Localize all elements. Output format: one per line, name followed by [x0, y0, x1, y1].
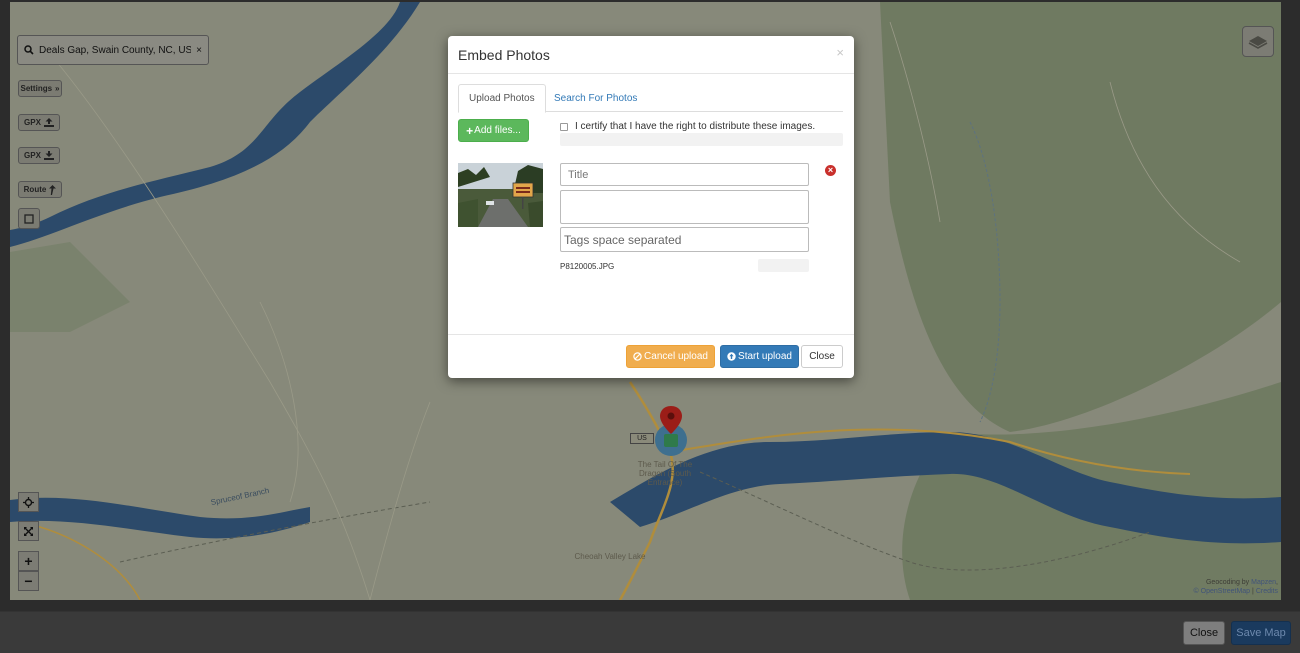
certify-checkbox-row[interactable]: I certify that I have the right to distr…	[560, 121, 815, 132]
osm-link[interactable]: © OpenStreetMap	[1194, 588, 1251, 595]
dialog-title: Embed Photos	[458, 46, 550, 63]
add-files-button[interactable]: + Add files...	[458, 119, 529, 142]
page-close-button[interactable]: Close	[1183, 621, 1225, 645]
fullscreen-button[interactable]	[18, 521, 39, 541]
draw-rectangle-button[interactable]	[18, 208, 40, 229]
settings-button[interactable]: Settings »	[18, 80, 62, 97]
upload-icon	[43, 118, 54, 127]
square-icon	[24, 213, 34, 224]
zoom-in-button[interactable]: +	[18, 551, 39, 571]
double-chevron-right-icon: »	[55, 84, 60, 93]
expand-icon	[24, 526, 33, 536]
clear-search-icon[interactable]: ×	[196, 45, 202, 56]
cancel-upload-label: Cancel upload	[644, 351, 708, 362]
add-files-label: Add files...	[474, 125, 521, 136]
photo-description-input[interactable]	[560, 190, 809, 224]
route-label: Route	[23, 185, 47, 194]
poi-label-line1: The Tail Of The	[637, 460, 693, 469]
save-map-button[interactable]: Save Map	[1231, 621, 1291, 645]
certify-checkbox[interactable]	[560, 122, 568, 131]
photo-thumbnail	[458, 163, 543, 227]
close-icon[interactable]: ×	[836, 45, 844, 60]
tab-upload-photos[interactable]: Upload Photos	[458, 84, 546, 113]
upload-circle-icon	[727, 352, 736, 361]
dialog-tabs: Upload Photos Search For Photos	[458, 84, 843, 113]
certify-label: I certify that I have the right to distr…	[575, 121, 816, 132]
gpx-download-label: GPX	[24, 151, 41, 160]
route-arrow-icon	[49, 184, 57, 195]
gpx-upload-button[interactable]: GPX	[18, 114, 60, 131]
poi-label: The Tail Of The Dragon (South Entrance)	[630, 460, 700, 487]
photo-tags-input[interactable]: Tags space separated	[560, 227, 809, 252]
overall-progress-bar	[560, 133, 843, 146]
map-attribution: Geocoding by Mapzen, © OpenStreetMap | C…	[1193, 579, 1278, 595]
photo-filename: P8120005.JPG	[560, 262, 615, 271]
mapzen-link[interactable]: Mapzen	[1251, 579, 1276, 586]
route-button[interactable]: Route	[18, 181, 62, 198]
settings-label: Settings	[20, 84, 53, 93]
search-value[interactable]: Deals Gap, Swain County, NC, USA	[39, 45, 191, 56]
attribution-separator: |	[1252, 588, 1254, 595]
dialog-header: Embed Photos ×	[448, 36, 854, 74]
credits-link[interactable]: Credits	[1256, 588, 1278, 595]
dialog-footer: Cancel upload Start upload Close	[448, 334, 854, 378]
zoom-out-button[interactable]: −	[18, 571, 39, 591]
photo-progress-bar	[758, 259, 809, 272]
gpx-download-button[interactable]: GPX	[18, 147, 60, 164]
dialog-close-button[interactable]: Close	[801, 345, 843, 368]
crosshair-icon	[23, 496, 34, 508]
lake-label: Cheoah Valley Lake	[574, 552, 646, 561]
locate-button[interactable]	[18, 492, 39, 512]
layers-icon	[1248, 35, 1268, 49]
search-icon	[24, 45, 34, 55]
route-shield: US	[630, 433, 654, 444]
page-footer	[0, 611, 1300, 653]
layers-button[interactable]	[1242, 26, 1274, 57]
embed-photos-dialog: Embed Photos × Upload Photos Search For …	[448, 36, 854, 378]
photo-preview-image	[458, 163, 543, 227]
cancel-upload-button[interactable]: Cancel upload	[626, 345, 715, 368]
start-upload-button[interactable]: Start upload	[720, 345, 799, 368]
ban-icon	[633, 352, 642, 361]
download-icon	[43, 151, 54, 160]
location-search-field[interactable]: Deals Gap, Swain County, NC, USA ×	[17, 35, 209, 65]
poi-label-line2: Dragon (South	[638, 469, 692, 478]
start-upload-label: Start upload	[738, 351, 792, 362]
plus-icon: +	[466, 123, 474, 138]
poi-label-line3: Entrance)	[647, 478, 683, 487]
gpx-upload-label: GPX	[24, 118, 41, 127]
tab-search-for-photos[interactable]: Search For Photos	[544, 84, 647, 113]
attribution-prefix: Geocoding by	[1205, 579, 1250, 586]
remove-photo-icon[interactable]: ×	[825, 165, 836, 176]
photo-title-input[interactable]: Title	[560, 163, 809, 186]
